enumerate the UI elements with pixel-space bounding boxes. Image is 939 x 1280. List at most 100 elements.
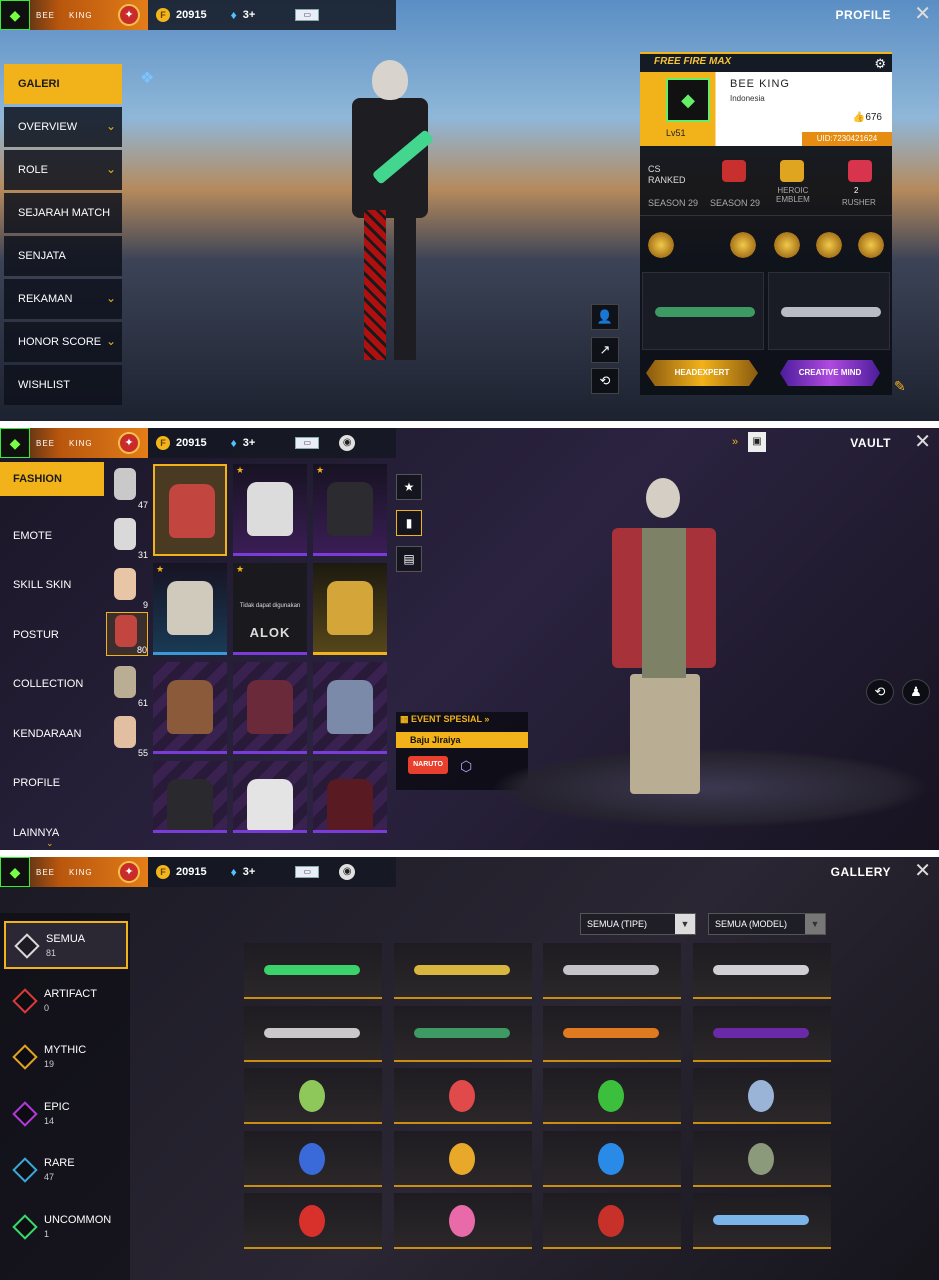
gallery-item[interactable]: [393, 943, 532, 999]
gallery-item[interactable]: [244, 1005, 382, 1062]
close-icon[interactable]: ✕: [914, 432, 931, 452]
item-card[interactable]: [153, 464, 227, 556]
menu-item-profile[interactable]: PROFILE: [0, 759, 104, 809]
menu-item-sejarah-match[interactable]: SEJARAH MATCH: [4, 193, 122, 233]
rarity-mythic[interactable]: MYTHIC 19: [4, 1034, 128, 1082]
share-icon[interactable]: ↗: [591, 337, 619, 363]
badge-icon[interactable]: [772, 230, 802, 260]
item-card[interactable]: [313, 761, 387, 833]
badge-icon[interactable]: [814, 230, 844, 260]
weapon-slot[interactable]: [642, 272, 764, 350]
menu-item-senjata[interactable]: SENJATA: [4, 236, 122, 276]
menu-item-wishlist[interactable]: WISHLIST: [4, 365, 122, 405]
gallery-item[interactable]: [692, 1005, 831, 1062]
gallery-item[interactable]: [393, 1130, 532, 1187]
profile-avatar[interactable]: ◆: [666, 78, 710, 122]
item-card[interactable]: [313, 662, 387, 754]
category-head[interactable]: 47: [106, 466, 148, 510]
gallery-item[interactable]: [692, 1193, 831, 1249]
category-shoes[interactable]: 55: [106, 714, 148, 758]
menu-item-overview[interactable]: OVERVIEW ⌄: [4, 107, 122, 147]
menu-item-role[interactable]: ROLE ⌄: [4, 150, 122, 190]
ranked-section[interactable]: CS RANKED SEASON 29 SEASON 29 HEROIC EMB…: [640, 150, 892, 216]
gallery-item[interactable]: [393, 1068, 532, 1124]
edit-icon[interactable]: ✎: [894, 378, 912, 396]
gallery-item[interactable]: [692, 943, 831, 999]
membership-card-icon[interactable]: ▭: [295, 437, 320, 449]
membership-card-icon[interactable]: ▭: [295, 866, 320, 878]
rarity-semua[interactable]: SEMUA 81: [4, 921, 128, 969]
pose-icon[interactable]: ♟: [902, 679, 930, 705]
item-card[interactable]: [153, 662, 227, 754]
tag-headexpert[interactable]: HEADEXPERT: [646, 360, 758, 386]
category-top[interactable]: 80: [106, 612, 148, 656]
likes-count[interactable]: 👍676: [853, 112, 882, 123]
gallery-item[interactable]: [543, 1193, 681, 1249]
store-icon[interactable]: ◉: [339, 864, 356, 880]
outfit-card-icon[interactable]: ▣: [748, 432, 766, 452]
scroll-down-icon[interactable]: ⌄: [46, 838, 54, 849]
menu-item-postur[interactable]: POSTUR: [0, 610, 104, 660]
diamond-count[interactable]: 3+: [243, 866, 256, 878]
rarity-artifact[interactable]: ARTIFACT 0: [4, 978, 128, 1026]
rank-emblem-icon[interactable]: ❖: [140, 68, 164, 88]
close-icon[interactable]: ✕: [914, 4, 931, 24]
badge-icon[interactable]: [856, 230, 886, 260]
set-icon[interactable]: ⬡: [460, 758, 472, 775]
item-card[interactable]: ★: [233, 464, 307, 556]
menu-item-collection[interactable]: COLLECTION: [0, 660, 104, 710]
item-card[interactable]: [313, 563, 387, 655]
menu-item-skill-skin[interactable]: SKILL SKIN: [0, 561, 104, 611]
store-icon[interactable]: ◉: [339, 435, 356, 451]
diamond-count[interactable]: 3+: [243, 9, 256, 21]
item-card[interactable]: [233, 662, 307, 754]
gallery-item[interactable]: [244, 1193, 382, 1249]
favorite-star-icon[interactable]: ★: [396, 474, 422, 500]
item-card[interactable]: ★: [153, 563, 227, 655]
item-card[interactable]: ★: [313, 464, 387, 556]
gallery-item[interactable]: [543, 1005, 681, 1062]
rarity-rare[interactable]: RARE 47: [4, 1147, 128, 1195]
gallery-item[interactable]: [692, 1130, 831, 1187]
player-uid[interactable]: UID:7230421624: [802, 132, 892, 146]
category-mask[interactable]: 31: [106, 516, 148, 560]
forward-chevron-icon[interactable]: »: [732, 436, 738, 448]
gallery-item[interactable]: [543, 1130, 681, 1187]
rarity-uncommon[interactable]: UNCOMMON 1: [4, 1204, 128, 1252]
badge-icon[interactable]: [728, 230, 758, 260]
menu-item-honor-score[interactable]: HONOR SCORE ⌄: [4, 322, 122, 362]
menu-item-galeri[interactable]: GALERI: [4, 64, 122, 104]
category-face[interactable]: 9: [106, 566, 148, 610]
item-card[interactable]: [153, 761, 227, 833]
rotate-icon[interactable]: ⟲: [866, 679, 894, 705]
badge-icon[interactable]: [646, 230, 676, 260]
gallery-item[interactable]: [393, 1005, 532, 1062]
gallery-item[interactable]: [244, 1068, 382, 1124]
rarity-epic[interactable]: EPIC 14: [4, 1091, 128, 1139]
gallery-item[interactable]: [692, 1068, 831, 1124]
weapon-slot[interactable]: [768, 272, 890, 350]
close-icon[interactable]: ✕: [914, 861, 931, 881]
menu-item-emote[interactable]: EMOTE: [0, 511, 104, 561]
rotate-icon[interactable]: ⟲: [591, 368, 619, 394]
preset-card-icon[interactable]: ▤: [396, 546, 422, 572]
item-card[interactable]: ★ Tidak dapat digunakan ALOK: [233, 563, 307, 655]
item-card[interactable]: [233, 761, 307, 833]
membership-card-icon[interactable]: ▭: [295, 9, 320, 21]
gallery-item[interactable]: [244, 1130, 382, 1187]
gallery-item[interactable]: [543, 943, 681, 999]
gallery-item[interactable]: [244, 943, 382, 999]
menu-item-kendaraan[interactable]: KENDARAAN: [0, 709, 104, 759]
gallery-item[interactable]: [543, 1068, 681, 1124]
category-pants[interactable]: 61: [106, 664, 148, 708]
filter-type-select[interactable]: SEMUA (TIPE) ▼: [580, 913, 696, 935]
gear-icon[interactable]: ⚙: [874, 56, 886, 72]
menu-item-rekaman[interactable]: REKAMAN ⌄: [4, 279, 122, 319]
diamond-count[interactable]: 3+: [243, 437, 256, 449]
filter-model-select[interactable]: SEMUA (MODEL) ▼: [708, 913, 826, 935]
profile-view-icon[interactable]: 👤: [591, 304, 619, 330]
menu-item-fashion[interactable]: FASHION: [0, 462, 104, 496]
tag-creative-mind[interactable]: CREATIVE MIND: [780, 360, 880, 386]
outfit-slot-icon[interactable]: ▮: [396, 510, 422, 536]
gallery-item[interactable]: [393, 1193, 532, 1249]
